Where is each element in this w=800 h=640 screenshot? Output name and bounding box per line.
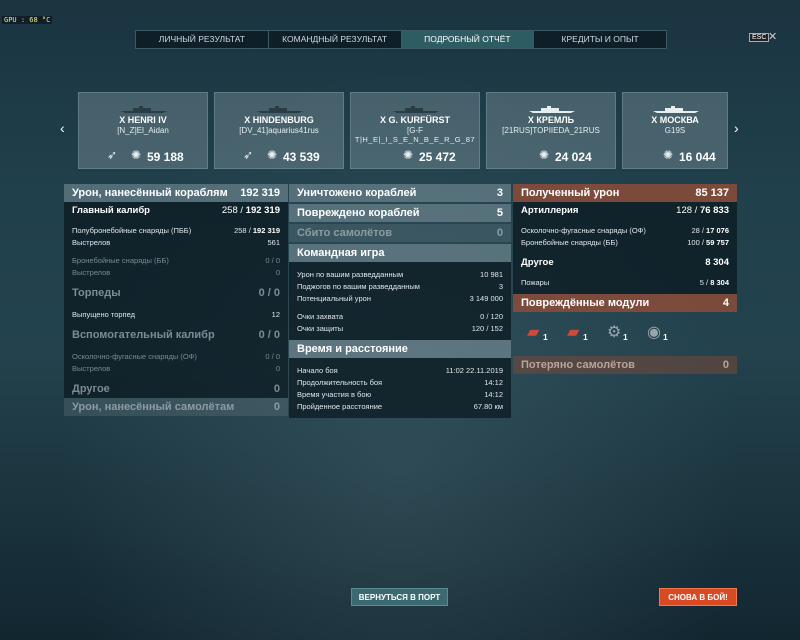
player-name: [DV_41]aquarius41rus bbox=[239, 126, 319, 135]
chevron-left-icon[interactable]: ‹ bbox=[60, 120, 65, 136]
player-name: [N_Z]El_Aidan bbox=[117, 126, 169, 135]
team-play-header: Командная игра bbox=[289, 244, 511, 262]
tab-detailed-report[interactable]: ПОДРОБНЫЙ ОТЧЁТ bbox=[401, 31, 535, 48]
sap-shells-row: Полубронебойные снаряды (ПББ) 258 / 192 3… bbox=[64, 224, 288, 236]
ship-card[interactable]: X КРЕМЛЬ [21RUS]TOPIIEDA_21RUS ✺ 24 024 bbox=[486, 92, 616, 169]
return-to-port-button[interactable]: ВЕРНУТЬСЯ В ПОРТ bbox=[351, 588, 448, 606]
ship-silhouette-icon bbox=[529, 106, 575, 113]
he-shells-row: Осколочно-фугасные снаряды (ОФ) 0 / 0 bbox=[64, 350, 288, 362]
main-caliber-row: Главный калибр 258 / 192 319 bbox=[64, 202, 288, 218]
explosion-icon: ✺ bbox=[663, 148, 674, 162]
shots-dim2-row: Выстрелов 0 bbox=[64, 362, 288, 374]
spotting-fires-row: Поджогов по вашим разведданным 3 bbox=[289, 280, 511, 292]
ship-name: X HINDENBURG bbox=[244, 115, 314, 125]
distance-row: Пройденное расстояние 67.80 км bbox=[289, 400, 511, 412]
gun-icon: ⚙ 1 bbox=[607, 324, 628, 342]
explosion-icon: ✺ bbox=[267, 148, 278, 162]
shell-icon: ➶ bbox=[107, 148, 118, 162]
ship-card[interactable]: X HINDENBURG [DV_41]aquarius41rus ➶ ✺ 43… bbox=[214, 92, 344, 169]
received-damage-header: Полученный урон 85 137 bbox=[513, 184, 737, 202]
steering-icon: ▰ 1 bbox=[567, 324, 588, 342]
esc-key-hint[interactable]: ESC bbox=[749, 33, 770, 42]
tab-credits-xp[interactable]: КРЕДИТЫ И ОПЫТ bbox=[534, 31, 666, 48]
spotting-damage-row: Урон по вашим разведданным 10 981 bbox=[289, 268, 511, 280]
planes-damage-row: Урон, нанесённый самолётам 0 bbox=[64, 398, 288, 416]
gpu-temp-overlay: GPU : 68 °C bbox=[2, 16, 53, 24]
planes-lost-row: Потеряно самолётов 0 bbox=[513, 356, 737, 374]
damage-value: 16 044 bbox=[679, 150, 716, 164]
secondary-row: Вспомогательный калибр 0 / 0 bbox=[64, 326, 288, 344]
torpedoes-fired-row: Выпущено торпед 12 bbox=[64, 308, 288, 320]
explosion-icon: ✺ bbox=[539, 148, 550, 162]
damaged-modules-header: Повреждённые модули 4 bbox=[513, 294, 737, 312]
battle-start-row: Начало боя 11:02 22.11.2019 bbox=[289, 364, 511, 376]
damage-value: 24 024 bbox=[555, 150, 592, 164]
ship-name: X КРЕМЛЬ bbox=[527, 115, 575, 125]
ship-name: X МОСКВА bbox=[651, 115, 699, 125]
shots-row: Выстрелов 561 bbox=[64, 236, 288, 248]
he-received-row: Осколочно-фугасные снаряды (ОФ) 28 / 17 0… bbox=[513, 224, 737, 236]
defense-points-row: Очки защиты 120 / 152 bbox=[289, 322, 511, 334]
ship-silhouette-icon bbox=[653, 106, 699, 113]
destroyed-row: Уничтожено кораблей 3 bbox=[289, 184, 511, 202]
damage-value: 25 472 bbox=[419, 150, 456, 164]
player-name: G19S bbox=[664, 126, 686, 135]
ship-card[interactable]: X МОСКВА G19S ✺ 16 044 bbox=[622, 92, 728, 169]
player-name-line2: T|H_E|_I_S_E_N_B_E_R_G_87 bbox=[354, 135, 476, 144]
other-row: Другое 0 bbox=[64, 380, 288, 398]
ship-carousel: X HENRI IV [N_Z]El_Aidan ➶ ✺ 59 188 X HI… bbox=[78, 92, 728, 170]
ship-silhouette-icon bbox=[257, 106, 303, 113]
ship-name: X G. KURFÜRST bbox=[379, 115, 450, 125]
damage-received-panel: Полученный урон 85 137 Артиллерия 128 / 76… bbox=[513, 184, 737, 374]
ap-received-row: Бронебойные снаряды (ББ) 100 / 59 757 bbox=[513, 236, 737, 248]
fires-row: Пожары 5 / 8 304 bbox=[513, 276, 737, 288]
tab-bar: ЛИЧНЫЙ РЕЗУЛЬТАТ КОМАНДНЫЙ РЕЗУЛЬТАТ ПОД… bbox=[135, 30, 667, 49]
player-name: [21RUS]TOPIIEDA_21RUS bbox=[502, 126, 600, 135]
ships-team-time-panel: Уничтожено кораблей 3 Повреждено кораблей… bbox=[289, 184, 511, 418]
damage-value: 59 188 bbox=[147, 150, 184, 164]
damage-value: 43 539 bbox=[283, 150, 320, 164]
participation-time-row: Время участия в бою 14:12 bbox=[289, 388, 511, 400]
other-received-row: Другое 8 304 bbox=[513, 254, 737, 270]
capture-points-row: Очки захвата 0 / 120 bbox=[289, 310, 511, 322]
module-icons: ▰ 1 ▰ 1 ⚙ 1 ◉ 1 bbox=[513, 312, 737, 356]
artillery-row: Артиллерия 128 / 76 833 bbox=[513, 202, 737, 218]
tab-team-result[interactable]: КОМАНДНЫЙ РЕЗУЛЬТАТ bbox=[269, 31, 402, 48]
ship-silhouette-icon bbox=[393, 106, 439, 113]
planes-shot-row: Сбито самолётов 0 bbox=[289, 224, 511, 242]
battle-duration-row: Продолжительность боя 14:12 bbox=[289, 376, 511, 388]
player-name: [G-F bbox=[407, 126, 423, 135]
shell-icon: ➶ bbox=[243, 148, 254, 162]
engine-icon: ▰ 1 bbox=[527, 324, 548, 342]
potential-damage-row: Потенциальный урон 3 149 000 bbox=[289, 292, 511, 304]
time-distance-header: Время и расстояние bbox=[289, 340, 511, 358]
ship-card[interactable]: X G. KURFÜRST [G-F T|H_E|_I_S_E_N_B_E_R_… bbox=[350, 92, 480, 169]
tab-personal-result[interactable]: ЛИЧНЫЙ РЕЗУЛЬТАТ bbox=[136, 31, 269, 48]
torpedoes-row: Торпеды 0 / 0 bbox=[64, 284, 288, 302]
damage-dealt-panel: Урон, нанесённый кораблям 192 319 Главный… bbox=[64, 184, 288, 416]
damage-dealt-header: Урон, нанесённый кораблям 192 319 bbox=[64, 184, 288, 202]
battle-again-button[interactable]: СНОВА В БОЙ! bbox=[659, 588, 737, 606]
damaged-row: Повреждено кораблей 5 bbox=[289, 204, 511, 222]
ship-silhouette-icon bbox=[121, 106, 167, 113]
explosion-icon: ✺ bbox=[131, 148, 142, 162]
ap-shells-row: Бронебойные снаряды (ББ) 0 / 0 bbox=[64, 254, 288, 266]
ship-card[interactable]: X HENRI IV [N_Z]El_Aidan ➶ ✺ 59 188 bbox=[78, 92, 208, 169]
ship-name: X HENRI IV bbox=[119, 115, 167, 125]
torpedo-tube-icon: ◉ 1 bbox=[647, 324, 668, 342]
shots-dim-row: Выстрелов 0 bbox=[64, 266, 288, 278]
close-icon[interactable]: ✕ bbox=[768, 30, 777, 43]
chevron-right-icon[interactable]: › bbox=[734, 120, 739, 136]
explosion-icon: ✺ bbox=[403, 148, 414, 162]
